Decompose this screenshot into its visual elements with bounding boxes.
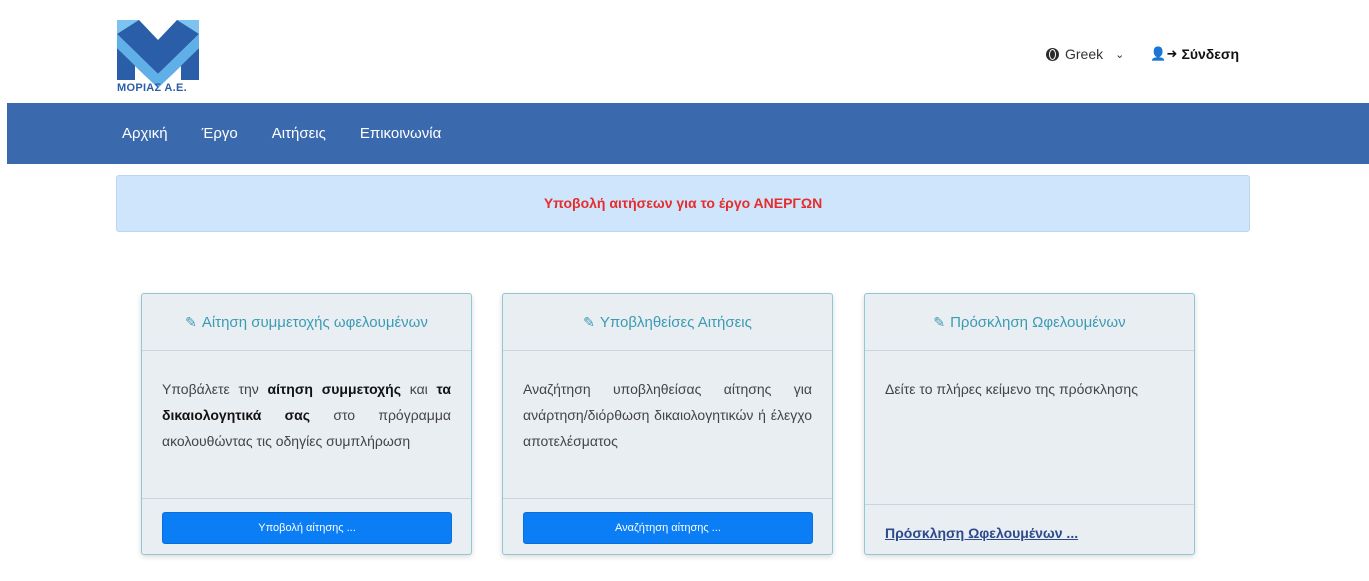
card-footer: Υποβολή αίτησης ... <box>142 498 471 554</box>
login-button[interactable]: 👤➜ Σύνδεση <box>1150 46 1239 62</box>
search-application-button[interactable]: Αναζήτηση αίτησης ... <box>523 512 813 544</box>
card-body: Υποβάλετε την αίτηση συμμετοχής και τα δ… <box>142 351 471 499</box>
nav-item-project[interactable]: Έργο <box>202 125 238 142</box>
announcement-alert: Υποβολή αιτήσεων για το έργο ΑΝΕΡΓΩΝ <box>116 175 1250 232</box>
edit-icon: ✎ <box>185 313 197 330</box>
card-body: Αναζήτηση υποβληθείσας αίτησης για ανάρτ… <box>523 381 812 449</box>
card-text: Υποβάλετε την <box>162 381 268 397</box>
card-header: ✎ Πρόσκληση Ωφελουμένων <box>865 294 1194 351</box>
nav-item-applications[interactable]: Αιτήσεις <box>272 125 326 142</box>
card-header: ✎ Αίτηση συμμετοχής ωφελουμένων <box>142 294 471 351</box>
language-selector[interactable]: Greek ⌄ <box>1046 46 1124 62</box>
card-submitted-applications: ✎ Υποβληθείσες Αιτήσεις Αναζήτηση υποβλη… <box>502 293 833 555</box>
header-actions: Greek ⌄ 👤➜ Σύνδεση <box>1046 46 1239 62</box>
card-title: Υποβληθείσες Αιτήσεις <box>599 313 752 331</box>
invitation-link[interactable]: Πρόσκληση Ωφελουμένων ... <box>885 525 1078 541</box>
card-footer: Αναζήτηση αίτησης ... <box>503 498 832 554</box>
logo-text: ΜΟΡΙΑΣ Α.Ε. <box>117 82 187 94</box>
submit-application-button[interactable]: Υποβολή αίτησης ... <box>162 512 452 544</box>
card-participation-application: ✎ Αίτηση συμμετοχής ωφελουμένων Υποβάλετ… <box>141 293 472 555</box>
main-navbar: Αρχική Έργο Αιτήσεις Επικοινωνία <box>7 103 1369 164</box>
language-label: Greek <box>1065 46 1104 62</box>
card-footer: Πρόσκληση Ωφελουμένων ... <box>865 504 1194 554</box>
edit-icon: ✎ <box>583 313 595 330</box>
sign-in-icon: 👤➜ <box>1150 46 1178 61</box>
nav-item-home[interactable]: Αρχική <box>122 125 168 142</box>
card-title: Πρόσκληση Ωφελουμένων <box>950 313 1126 331</box>
card-body: Δείτε το πλήρες κείμενο της πρόσκλησης <box>885 381 1138 397</box>
card-title: Αίτηση συμμετοχής ωφελουμένων <box>201 313 428 331</box>
card-header: ✎ Υποβληθείσες Αιτήσεις <box>503 294 832 351</box>
edit-icon: ✎ <box>933 313 946 330</box>
card-beneficiaries-invitation: ✎ Πρόσκληση Ωφελουμένων Δείτε το πλήρες … <box>864 293 1195 555</box>
globe-icon <box>1046 47 1059 61</box>
card-text: και <box>401 381 437 397</box>
login-label: Σύνδεση <box>1181 46 1240 62</box>
card-text-bold: αίτηση συμμετοχής <box>267 381 402 397</box>
chevron-down-icon: ⌄ <box>1115 48 1125 61</box>
nav-item-contact[interactable]: Επικοινωνία <box>360 125 441 142</box>
